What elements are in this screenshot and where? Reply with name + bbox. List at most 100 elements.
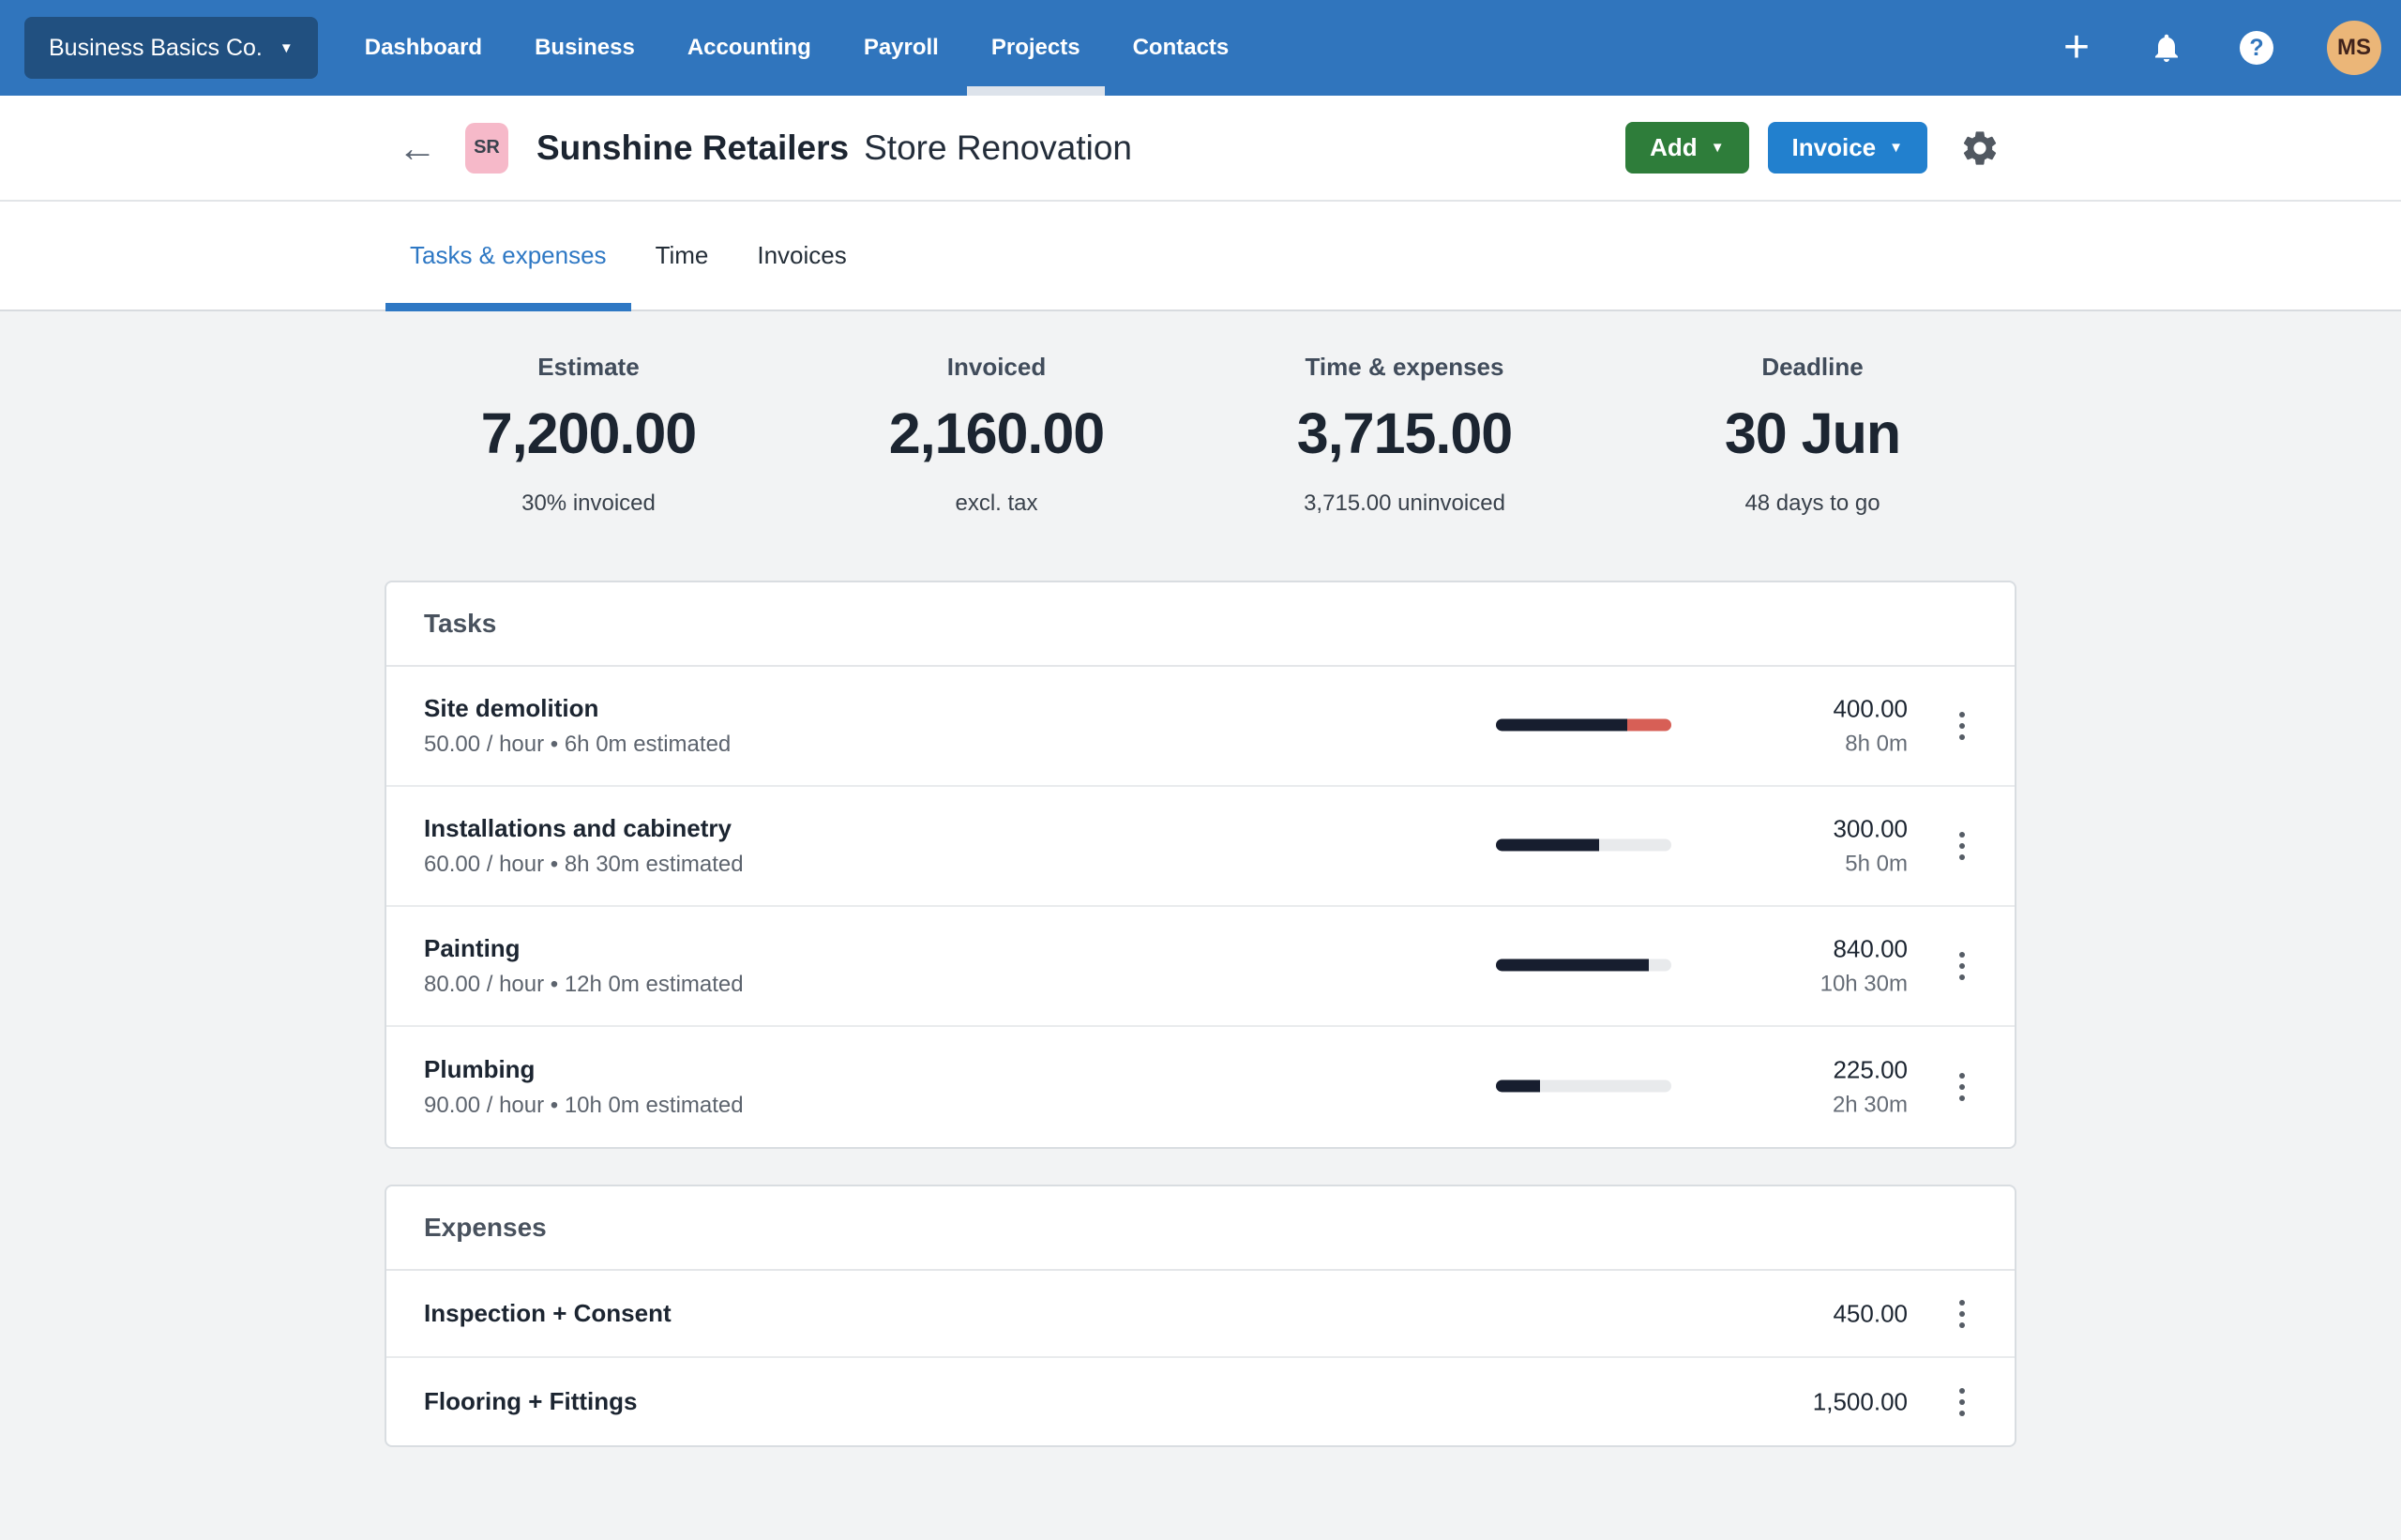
task-progress-bar [1496, 718, 1671, 731]
settings-gear-button[interactable] [1959, 128, 2001, 169]
stat-sub: excl. tax [793, 491, 1200, 517]
progress-fill [1496, 718, 1627, 731]
project-avatar-badge: SR [465, 123, 508, 174]
nav-item-label: Dashboard [365, 35, 482, 61]
tab-label: Tasks & expenses [410, 241, 607, 270]
expense-name: Inspection + Consent [424, 1299, 672, 1328]
progress-overrun [1627, 718, 1671, 731]
task-amounts: 225.00 2h 30m [1833, 1056, 1908, 1119]
help-button[interactable]: ? [2237, 20, 2276, 76]
primary-nav: Dashboard Business Accounting Payroll Pr… [339, 0, 1256, 96]
row-menu-button[interactable] [1943, 1286, 1981, 1342]
row-menu-button[interactable] [1943, 938, 1981, 994]
summary-stat-deadline: Deadline 30 Jun 48 days to go [1608, 353, 2016, 517]
nav-item-projects[interactable]: Projects [967, 0, 1105, 96]
org-switcher-button[interactable]: Business Basics Co. ▼ [24, 17, 318, 79]
row-menu-button[interactable] [1943, 698, 1981, 754]
expense-row[interactable]: Inspection + Consent 450.00 [386, 1271, 2015, 1358]
stat-value: 3,715.00 [1200, 400, 1608, 466]
nav-item-contacts[interactable]: Contacts [1109, 0, 1254, 96]
org-switcher-label: Business Basics Co. [49, 35, 263, 62]
kebab-icon [1959, 832, 1965, 838]
task-detail: 50.00 / hour • 6h 0m estimated [424, 732, 1977, 758]
stat-sub: 48 days to go [1608, 491, 2016, 517]
row-menu-button[interactable] [1943, 1059, 1981, 1115]
caret-down-icon: ▼ [1889, 141, 1903, 155]
help-glyph: ? [2249, 35, 2263, 62]
invoice-button-label: Invoice [1792, 133, 1877, 162]
tasks-card: Tasks Site demolition 50.00 / hour • 6h … [385, 581, 2016, 1149]
task-hours: 8h 0m [1833, 732, 1908, 758]
project-tabs: Tasks & expenses Time Invoices [0, 202, 2401, 311]
expense-amounts: 1,500.00 [1813, 1387, 1908, 1416]
nav-item-accounting[interactable]: Accounting [663, 0, 836, 96]
task-amounts: 300.00 5h 0m [1833, 815, 1908, 878]
row-menu-button[interactable] [1943, 818, 1981, 874]
task-row[interactable]: Site demolition 50.00 / hour • 6h 0m est… [386, 667, 2015, 787]
expense-name: Flooring + Fittings [424, 1387, 637, 1416]
kebab-icon [1959, 1300, 1965, 1306]
stat-sub: 3,715.00 uninvoiced [1200, 491, 1608, 517]
nav-item-label: Projects [991, 35, 1080, 61]
back-button[interactable]: ← [398, 128, 437, 168]
header-actions: Add ▼ Invoice ▼ [1625, 122, 2001, 174]
tab-time[interactable]: Time [631, 202, 733, 310]
project-title: Store Renovation [864, 128, 1132, 168]
tab-invoices[interactable]: Invoices [732, 202, 870, 310]
project-badge-initials: SR [474, 137, 500, 159]
row-menu-button[interactable] [1943, 1374, 1981, 1430]
task-name: Painting [424, 934, 1977, 963]
back-arrow-icon: ← [398, 126, 437, 170]
tab-tasks-expenses[interactable]: Tasks & expenses [385, 202, 631, 310]
summary-stats: Estimate 7,200.00 30% invoiced Invoiced … [385, 311, 2016, 517]
plus-icon: + [2063, 25, 2090, 70]
summary-stat-estimate: Estimate 7,200.00 30% invoiced [385, 353, 793, 517]
task-hours: 10h 30m [1820, 972, 1908, 998]
kebab-icon [1959, 1388, 1965, 1394]
add-button[interactable]: Add ▼ [1625, 122, 1748, 174]
stat-label: Time & expenses [1200, 353, 1608, 382]
task-detail: 90.00 / hour • 10h 0m estimated [424, 1093, 1977, 1119]
task-name: Site demolition [424, 694, 1977, 723]
task-detail: 60.00 / hour • 8h 30m estimated [424, 852, 1977, 878]
gear-icon [1959, 128, 2001, 169]
task-name: Installations and cabinetry [424, 814, 1977, 843]
task-progress-bar [1496, 959, 1671, 971]
nav-item-label: Payroll [864, 35, 939, 61]
expenses-card: Expenses Inspection + Consent 450.00 Flo… [385, 1185, 2016, 1447]
task-amount: 840.00 [1820, 935, 1908, 964]
kebab-icon [1959, 1073, 1965, 1079]
nav-item-label: Contacts [1133, 35, 1230, 61]
task-amount: 225.00 [1833, 1056, 1908, 1085]
task-progress-bar [1496, 1080, 1671, 1092]
caret-down-icon: ▼ [1711, 141, 1725, 155]
notifications-button[interactable] [2147, 20, 2186, 76]
task-progress-bar [1496, 838, 1671, 851]
stat-value: 30 Jun [1608, 400, 2016, 466]
expense-row[interactable]: Flooring + Fittings 1,500.00 [386, 1358, 2015, 1445]
bell-icon [2150, 31, 2183, 65]
nav-item-dashboard[interactable]: Dashboard [340, 0, 506, 96]
invoice-button[interactable]: Invoice ▼ [1768, 122, 1927, 174]
create-new-button[interactable]: + [2057, 20, 2096, 76]
task-amount: 300.00 [1833, 815, 1908, 844]
nav-item-payroll[interactable]: Payroll [839, 0, 963, 96]
task-hours: 5h 0m [1833, 852, 1908, 878]
stat-label: Invoiced [793, 353, 1200, 382]
stat-value: 2,160.00 [793, 400, 1200, 466]
task-amount: 400.00 [1833, 695, 1908, 724]
nav-item-business[interactable]: Business [510, 0, 659, 96]
expenses-card-title: Expenses [386, 1186, 2015, 1271]
task-row[interactable]: Plumbing 90.00 / hour • 10h 0m estimated… [386, 1027, 2015, 1147]
nav-item-label: Accounting [687, 35, 811, 61]
user-avatar[interactable]: MS [2327, 21, 2381, 75]
summary-stat-time-expenses: Time & expenses 3,715.00 3,715.00 uninvo… [1200, 353, 1608, 517]
task-row[interactable]: Installations and cabinetry 60.00 / hour… [386, 787, 2015, 907]
expense-amount: 450.00 [1833, 1299, 1908, 1328]
top-navigation-bar: Business Basics Co. ▼ Dashboard Business… [0, 0, 2401, 96]
expense-amounts: 450.00 [1833, 1299, 1908, 1328]
task-hours: 2h 30m [1833, 1093, 1908, 1119]
stat-value: 7,200.00 [385, 400, 793, 466]
kebab-icon [1959, 952, 1965, 958]
task-row[interactable]: Painting 80.00 / hour • 12h 0m estimated… [386, 907, 2015, 1027]
